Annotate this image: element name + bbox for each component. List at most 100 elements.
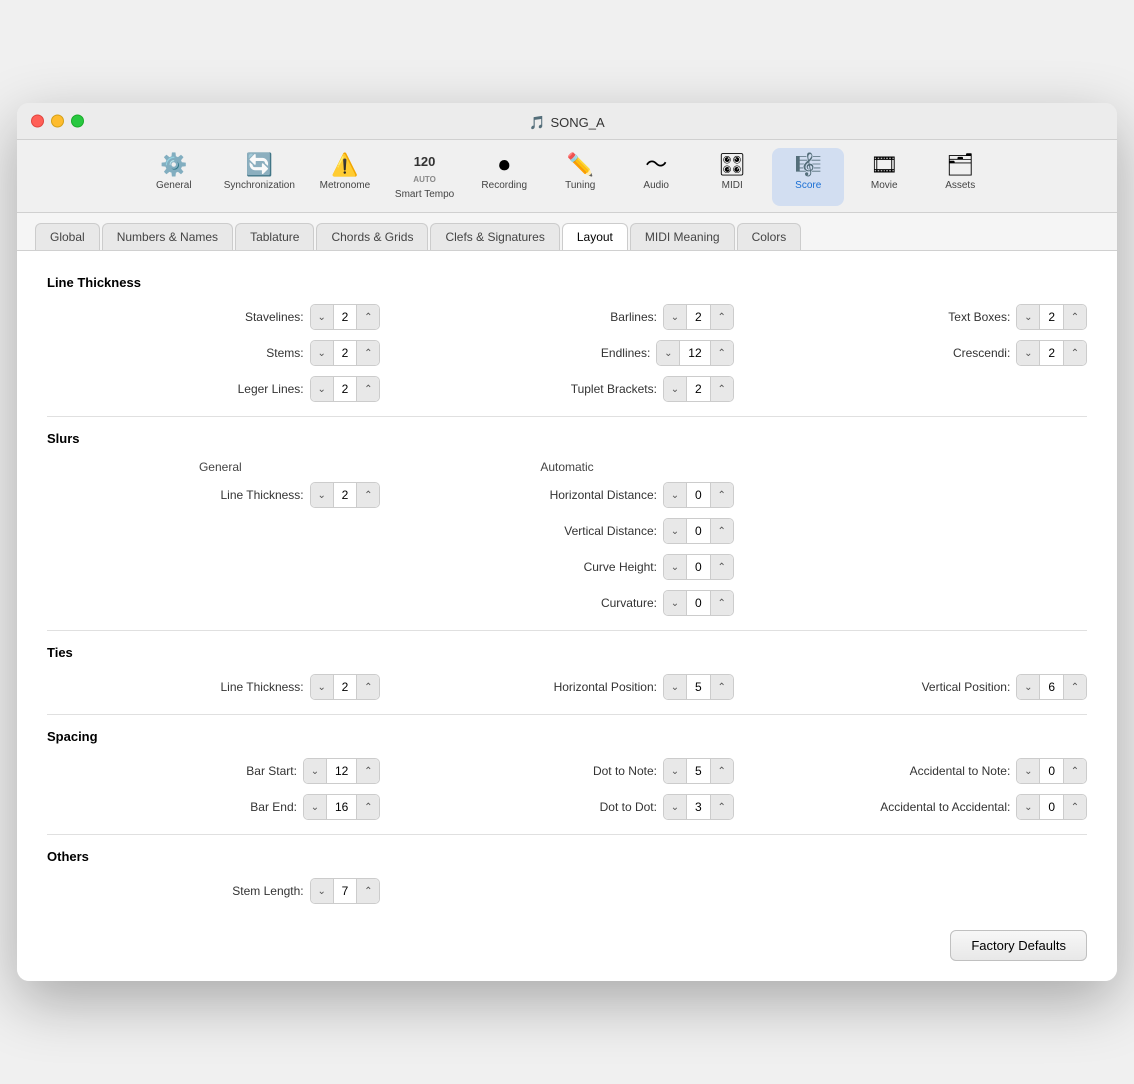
slurs-horiz-dist-stepper[interactable]: ⌄ 0 ⌃ [663, 482, 734, 508]
bar-start-decrement[interactable]: ⌄ [304, 759, 326, 783]
ties-lt-stepper[interactable]: ⌄ 2 ⌃ [310, 674, 381, 700]
dtn-decrement[interactable]: ⌄ [664, 759, 686, 783]
assets-icon: 🗂 [946, 154, 974, 176]
toolbar-item-synchronization[interactable]: 🔄 Synchronization [214, 148, 305, 206]
slurs-vd-increment[interactable]: ⌃ [711, 519, 733, 543]
stem-length-stepper[interactable]: ⌄ 7 ⌃ [310, 878, 381, 904]
toolbar-item-movie[interactable]: 🎞 Movie [848, 148, 920, 206]
ties-hp-label: Horizontal Position: [554, 680, 657, 694]
leger-lines-decrement[interactable]: ⌄ [311, 377, 333, 401]
spacing-title: Spacing [47, 729, 1087, 744]
ties-lt-decrement[interactable]: ⌄ [311, 675, 333, 699]
slurs-vert-dist-stepper[interactable]: ⌄ 0 ⌃ [663, 518, 734, 544]
dot-to-note-stepper[interactable]: ⌄ 5 ⌃ [663, 758, 734, 784]
close-button[interactable] [31, 114, 44, 127]
slurs-vd-decrement[interactable]: ⌄ [664, 519, 686, 543]
slurs-lt-decrement[interactable]: ⌄ [311, 483, 333, 507]
ties-lt-increment[interactable]: ⌃ [357, 675, 379, 699]
leger-lines-stepper[interactable]: ⌄ 2 ⌃ [310, 376, 381, 402]
dtd-decrement[interactable]: ⌄ [664, 795, 686, 819]
tuplet-brackets-decrement[interactable]: ⌄ [664, 377, 686, 401]
stems-increment[interactable]: ⌃ [357, 341, 379, 365]
atn-increment[interactable]: ⌃ [1064, 759, 1086, 783]
toolbar-item-score[interactable]: 🎼 Score [772, 148, 844, 206]
slurs-curv-increment[interactable]: ⌃ [711, 591, 733, 615]
endlines-decrement[interactable]: ⌄ [657, 341, 679, 365]
toolbar-item-general[interactable]: ⚙️ General [138, 148, 210, 206]
ties-vp-stepper[interactable]: ⌄ 6 ⌃ [1016, 674, 1087, 700]
tab-layout[interactable]: Layout [562, 223, 628, 250]
maximize-button[interactable] [71, 114, 84, 127]
ties-hp-stepper[interactable]: ⌄ 5 ⌃ [663, 674, 734, 700]
toolbar-item-audio[interactable]: 〜 Audio [620, 148, 692, 206]
bar-end-increment[interactable]: ⌃ [357, 795, 379, 819]
ties-title: Ties [47, 645, 1087, 660]
slurs-curve-height-label: Curve Height: [584, 560, 657, 574]
endlines-stepper[interactable]: ⌄ 12 ⌃ [656, 340, 733, 366]
stems-stepper[interactable]: ⌄ 2 ⌃ [310, 340, 381, 366]
slurs-hd-decrement[interactable]: ⌄ [664, 483, 686, 507]
barlines-increment[interactable]: ⌃ [711, 305, 733, 329]
text-boxes-stepper[interactable]: ⌄ 2 ⌃ [1016, 304, 1087, 330]
ties-hp-increment[interactable]: ⌃ [711, 675, 733, 699]
stems-decrement[interactable]: ⌄ [311, 341, 333, 365]
sl-decrement[interactable]: ⌄ [311, 879, 333, 903]
text-boxes-decrement[interactable]: ⌄ [1017, 305, 1039, 329]
endlines-increment[interactable]: ⌃ [711, 341, 733, 365]
tab-colors[interactable]: Colors [737, 223, 802, 250]
slurs-curv-decrement[interactable]: ⌄ [664, 591, 686, 615]
ties-hp-decrement[interactable]: ⌄ [664, 675, 686, 699]
slurs-hd-increment[interactable]: ⌃ [711, 483, 733, 507]
ata-decrement[interactable]: ⌄ [1017, 795, 1039, 819]
dtd-increment[interactable]: ⌃ [711, 795, 733, 819]
stems-field: Stems: ⌄ 2 ⌃ [47, 340, 380, 366]
others-fields: Stem Length: ⌄ 7 ⌃ [47, 878, 1087, 904]
toolbar-item-midi[interactable]: 🎛 MIDI [696, 148, 768, 206]
tuplet-brackets-stepper[interactable]: ⌄ 2 ⌃ [663, 376, 734, 402]
leger-lines-increment[interactable]: ⌃ [357, 377, 379, 401]
bar-end-decrement[interactable]: ⌄ [304, 795, 326, 819]
barlines-stepper[interactable]: ⌄ 2 ⌃ [663, 304, 734, 330]
atn-stepper[interactable]: ⌄ 0 ⌃ [1016, 758, 1087, 784]
text-boxes-increment[interactable]: ⌃ [1064, 305, 1086, 329]
ata-stepper[interactable]: ⌄ 0 ⌃ [1016, 794, 1087, 820]
dtn-increment[interactable]: ⌃ [711, 759, 733, 783]
crescendi-decrement[interactable]: ⌄ [1017, 341, 1039, 365]
slurs-ch-stepper[interactable]: ⌄ 0 ⌃ [663, 554, 734, 580]
toolbar-item-smart-tempo[interactable]: 120AUTO Smart Tempo [385, 148, 464, 206]
bar-end-stepper[interactable]: ⌄ 16 ⌃ [303, 794, 380, 820]
tab-chords-grids[interactable]: Chords & Grids [316, 223, 428, 250]
atn-decrement[interactable]: ⌄ [1017, 759, 1039, 783]
minimize-button[interactable] [51, 114, 64, 127]
stavelines-stepper[interactable]: ⌄ 2 ⌃ [310, 304, 381, 330]
bar-start-increment[interactable]: ⌃ [357, 759, 379, 783]
ata-increment[interactable]: ⌃ [1064, 795, 1086, 819]
toolbar-item-assets[interactable]: 🗂 Assets [924, 148, 996, 206]
slurs-curv-stepper[interactable]: ⌄ 0 ⌃ [663, 590, 734, 616]
tuplet-brackets-increment[interactable]: ⌃ [711, 377, 733, 401]
toolbar-item-tuning[interactable]: ✏️ Tuning [544, 148, 616, 206]
crescendi-increment[interactable]: ⌃ [1064, 341, 1086, 365]
tab-numbers-names[interactable]: Numbers & Names [102, 223, 233, 250]
toolbar-item-recording[interactable]: ⏺ Recording [468, 148, 540, 206]
stavelines-decrement[interactable]: ⌄ [311, 305, 333, 329]
slurs-ch-increment[interactable]: ⌃ [711, 555, 733, 579]
slurs-line-thickness-stepper[interactable]: ⌄ 2 ⌃ [310, 482, 381, 508]
slurs-row3-col1 [47, 554, 380, 580]
slurs-lt-increment[interactable]: ⌃ [357, 483, 379, 507]
sl-increment[interactable]: ⌃ [357, 879, 379, 903]
factory-defaults-button[interactable]: Factory Defaults [950, 930, 1087, 961]
ties-vp-increment[interactable]: ⌃ [1064, 675, 1086, 699]
barlines-decrement[interactable]: ⌄ [664, 305, 686, 329]
tab-midi-meaning[interactable]: MIDI Meaning [630, 223, 735, 250]
tab-clefs-signatures[interactable]: Clefs & Signatures [430, 223, 559, 250]
tab-tablature[interactable]: Tablature [235, 223, 314, 250]
toolbar-item-metronome[interactable]: ⚠️ Metronome [309, 148, 381, 206]
ties-vp-decrement[interactable]: ⌄ [1017, 675, 1039, 699]
dtd-stepper[interactable]: ⌄ 3 ⌃ [663, 794, 734, 820]
stavelines-increment[interactable]: ⌃ [357, 305, 379, 329]
bar-start-stepper[interactable]: ⌄ 12 ⌃ [303, 758, 380, 784]
tab-global[interactable]: Global [35, 223, 100, 250]
crescendi-stepper[interactable]: ⌄ 2 ⌃ [1016, 340, 1087, 366]
slurs-ch-decrement[interactable]: ⌄ [664, 555, 686, 579]
